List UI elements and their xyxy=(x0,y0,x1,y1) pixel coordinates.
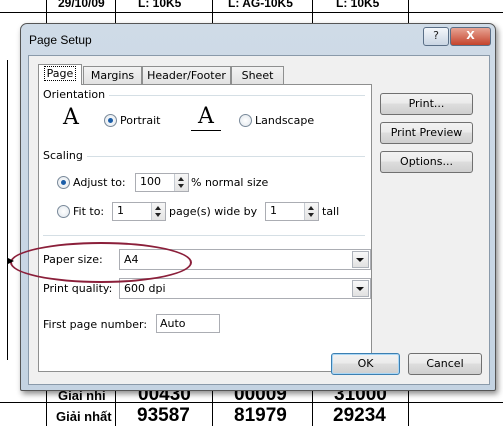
adjust-to-label[interactable]: Adjust to: xyxy=(73,176,126,189)
dialog-titlebar[interactable]: Page Setup ? X xyxy=(21,24,495,54)
orientation-group-label: Orientation xyxy=(43,88,106,101)
grid-line xyxy=(0,12,503,13)
sheet-cell: L: AG-10K5 xyxy=(228,0,293,10)
tab-margins[interactable]: Margins xyxy=(83,66,142,84)
dialog-title: Page Setup xyxy=(29,33,92,47)
adjust-to-radio[interactable] xyxy=(57,176,70,189)
print-button[interactable]: Print... xyxy=(380,93,473,115)
fit-tall-spinner[interactable]: 1 xyxy=(265,202,319,221)
spin-up-icon xyxy=(178,177,184,181)
sheet-cell: 29234 xyxy=(333,405,386,426)
tab-page[interactable]: Page xyxy=(38,64,82,85)
sheet-cell: L: 10K5 xyxy=(336,0,380,10)
fit-to-radio[interactable] xyxy=(57,205,70,218)
spin-up-icon xyxy=(155,206,161,210)
landscape-label[interactable]: Landscape xyxy=(255,114,314,127)
spinner-arrows[interactable] xyxy=(151,203,165,220)
portrait-icon: A xyxy=(63,105,79,130)
close-button[interactable]: X xyxy=(450,27,491,46)
sheet-cell: 81979 xyxy=(234,405,287,426)
tab-sheet[interactable]: Sheet xyxy=(231,66,284,84)
adjust-percent-spinner[interactable]: 100 xyxy=(135,173,189,192)
first-page-number-value: Auto xyxy=(160,317,186,330)
help-button[interactable]: ? xyxy=(423,27,449,46)
tall-label: tall xyxy=(322,205,340,218)
highlight-ellipse xyxy=(10,242,192,283)
fit-wide-value: 1 xyxy=(117,204,124,217)
group-separator xyxy=(109,95,365,96)
sheet-cell: L: 10K5 xyxy=(138,0,182,10)
tab-header-footer[interactable]: Header/Footer xyxy=(142,66,231,84)
dialog-body: Page Margins Header/Footer Sheet Orienta… xyxy=(28,55,490,385)
group-separator xyxy=(87,156,365,157)
portrait-label[interactable]: Portrait xyxy=(120,114,160,127)
print-preview-button[interactable]: Print Preview xyxy=(380,122,473,144)
first-page-number-label: First page number: xyxy=(43,318,148,331)
chevron-down-icon[interactable] xyxy=(352,251,369,268)
cancel-button[interactable]: Cancel xyxy=(408,353,482,375)
spin-down-icon xyxy=(178,184,184,188)
spinner-arrows[interactable] xyxy=(174,174,188,191)
normal-size-label: % normal size xyxy=(191,176,269,189)
fit-wide-spinner[interactable]: 1 xyxy=(112,202,166,221)
spin-down-icon xyxy=(308,213,314,217)
spinner-arrows[interactable] xyxy=(304,203,318,220)
page-tab-panel: Orientation A Portrait A Landscape Scali… xyxy=(38,84,372,372)
first-page-number-field[interactable]: Auto xyxy=(156,314,220,333)
landscape-icon: A xyxy=(191,106,221,131)
sheet-cell: 29/10/09 xyxy=(58,0,105,10)
fit-to-label[interactable]: Fit to: xyxy=(73,205,104,218)
print-quality-dropdown[interactable]: 600 dpi xyxy=(119,278,371,299)
scaling-group-label: Scaling xyxy=(43,149,83,162)
page-setup-dialog: Page Setup ? X Page Margins Header/Foote… xyxy=(20,23,496,391)
print-quality-value: 600 dpi xyxy=(124,282,166,295)
pointer-arrow-icon xyxy=(8,258,14,264)
print-quality-label: Print quality: xyxy=(43,282,113,295)
sheet-cell: 93587 xyxy=(137,405,190,426)
landscape-radio[interactable] xyxy=(239,114,252,127)
fit-tall-value: 1 xyxy=(270,204,277,217)
spin-down-icon xyxy=(155,213,161,217)
group-separator xyxy=(43,235,365,236)
adjust-percent-value: 100 xyxy=(140,175,161,188)
chevron-down-icon[interactable] xyxy=(352,280,369,297)
portrait-radio[interactable] xyxy=(104,114,117,127)
pages-wide-label: page(s) wide by xyxy=(169,205,258,218)
spin-up-icon xyxy=(308,206,314,210)
ok-button[interactable]: OK xyxy=(331,353,400,375)
options-button[interactable]: Options... xyxy=(380,151,473,173)
sheet-cell: Giải nhất xyxy=(56,409,112,424)
grid-line xyxy=(7,60,8,360)
